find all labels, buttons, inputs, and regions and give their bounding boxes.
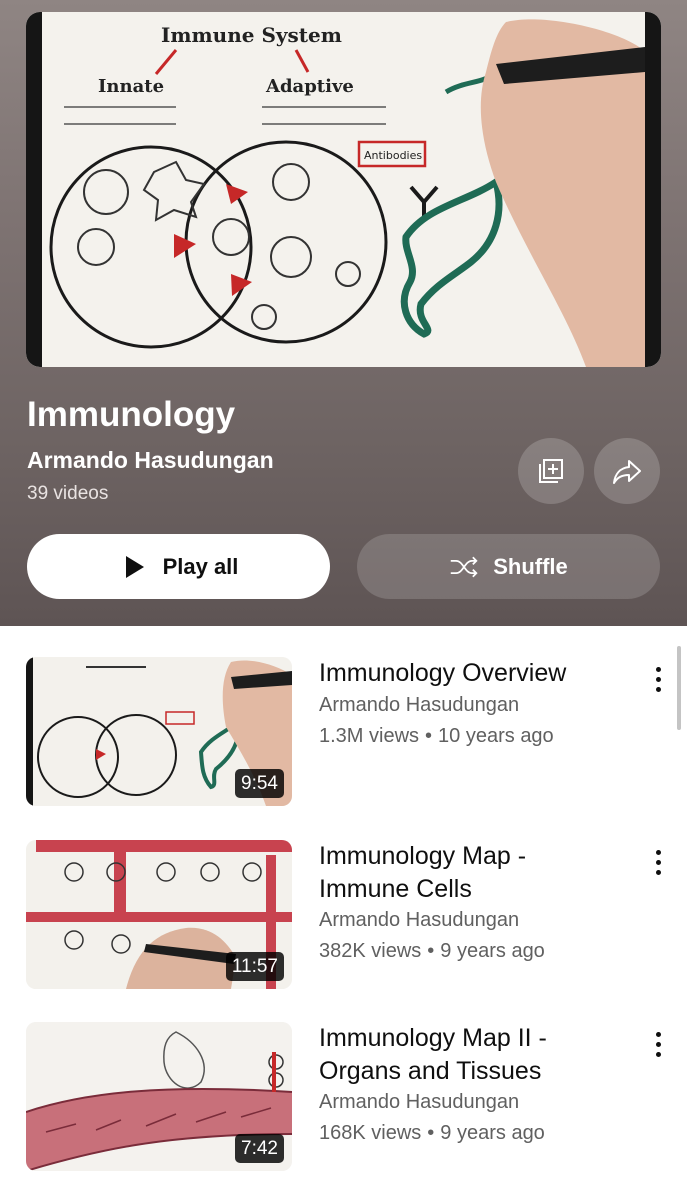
video-channel[interactable]: Armando Hasudungan (319, 906, 519, 934)
video-more-button[interactable] (646, 844, 670, 880)
video-thumbnail[interactable]: 7:42 (26, 1022, 292, 1171)
video-views: 168K views (319, 1122, 422, 1144)
shuffle-button[interactable]: Shuffle (357, 534, 660, 599)
hero-adaptive-label: Adaptive (265, 76, 354, 97)
video-metadata: 1.3M views • 10 years ago (319, 722, 554, 750)
video-channel[interactable]: Armando Hasudungan (319, 691, 519, 719)
separator-dot: • (427, 940, 435, 962)
hero-innate-label: Innate (98, 76, 164, 97)
share-icon (613, 460, 641, 484)
video-list-item[interactable]: 9:54 Immunology Overview Armando Hasudun… (0, 657, 687, 807)
video-duration: 11:57 (225, 952, 284, 981)
hero-heading: Immune System (161, 23, 342, 47)
video-age: 9 years ago (440, 940, 545, 962)
immune-system-drawing: Immune System Innate Adaptive Antibodies (26, 12, 661, 367)
playlist-channel-name[interactable]: Armando Hasudungan (27, 443, 274, 477)
video-title[interactable]: Immunology Map - Immune Cells (319, 840, 619, 906)
video-title[interactable]: Immunology Map II - Organs and Tissues (319, 1022, 619, 1088)
video-metadata: 382K views • 9 years ago (319, 937, 545, 965)
more-vertical-icon (655, 849, 661, 855)
video-title[interactable]: Immunology Overview (319, 657, 619, 690)
more-vertical-icon (655, 666, 661, 672)
play-all-label: Play all (162, 553, 239, 579)
scrollbar[interactable] (677, 646, 681, 730)
video-views: 382K views (319, 940, 422, 962)
video-duration: 9:54 (235, 769, 284, 798)
video-age: 10 years ago (438, 725, 554, 747)
video-list-item[interactable]: 7:42 Immunology Map II - Organs and Tiss… (0, 1022, 687, 1172)
play-all-button[interactable]: Play all (27, 534, 330, 599)
playlist-cover-image[interactable]: Immune System Innate Adaptive Antibodies (26, 12, 661, 367)
separator-dot: • (427, 1122, 435, 1144)
video-thumbnail[interactable]: 9:54 (26, 657, 292, 806)
play-icon (125, 555, 144, 578)
shuffle-icon (450, 556, 478, 577)
playlist-title: Immunology (27, 395, 236, 434)
playlist-add-icon (539, 459, 563, 483)
video-views: 1.3M views (319, 725, 420, 747)
video-more-button[interactable] (646, 1026, 670, 1062)
video-duration: 7:42 (235, 1134, 284, 1163)
shuffle-label: Shuffle (493, 553, 568, 579)
video-metadata: 168K views • 9 years ago (319, 1119, 545, 1147)
more-vertical-icon (655, 1031, 661, 1037)
share-button[interactable] (594, 438, 660, 504)
video-list-item[interactable]: 11:57 Immunology Map - Immune Cells Arma… (0, 840, 687, 990)
hero-antibodies-label: Antibodies (364, 149, 422, 162)
video-more-button[interactable] (646, 661, 670, 697)
playlist-video-count: 39 videos (27, 483, 109, 504)
playlist-header: Immune System Innate Adaptive Antibodies (0, 0, 687, 626)
separator-dot: • (425, 725, 433, 747)
video-channel[interactable]: Armando Hasudungan (319, 1088, 519, 1116)
video-thumbnail[interactable]: 11:57 (26, 840, 292, 989)
video-age: 9 years ago (440, 1122, 545, 1144)
save-playlist-button[interactable] (518, 438, 584, 504)
